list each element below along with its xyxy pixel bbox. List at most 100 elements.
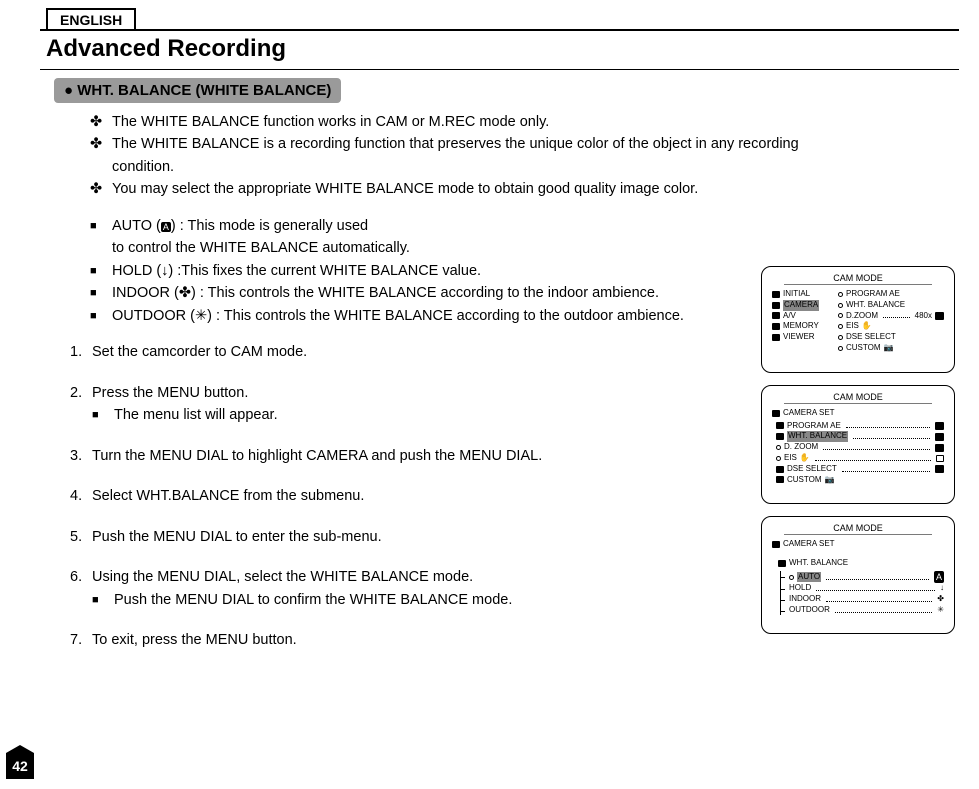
menu-label: D.ZOOM <box>846 311 878 322</box>
ring-icon <box>776 445 781 450</box>
menu-item: WHT. BALANCE <box>776 431 944 442</box>
menu-label: CUSTOM <box>787 475 822 486</box>
menu-item: A/V <box>772 311 830 322</box>
menu-item: WHT. BALANCE <box>838 300 944 311</box>
intro-list: The WHITE BALANCE function works in CAM … <box>90 111 860 201</box>
option-item: AUTOA <box>785 571 944 583</box>
menu-label: DSE SELECT <box>846 332 896 343</box>
menu-label: A/V <box>783 311 796 322</box>
panel1-right-col: PROGRAM AE WHT. BALANCE D.ZOOM480x EIS✋ … <box>838 289 944 354</box>
menu-item: PROGRAM AE <box>776 421 944 432</box>
menu-label: D. ZOOM <box>784 442 818 453</box>
menu-label: INITIAL <box>783 289 810 300</box>
value-icon <box>935 312 944 320</box>
page-number: 42 <box>6 753 34 779</box>
option-item: INDOOR ✤ <box>785 594 944 605</box>
intro-item: The WHITE BALANCE is a recording functio… <box>90 133 860 178</box>
menu-item: VIEWER <box>772 332 830 343</box>
ring-icon <box>838 335 843 340</box>
step-text: Turn the MENU DIAL to highlight CAMERA a… <box>92 448 542 464</box>
menu-icon <box>778 560 786 567</box>
value-icon <box>935 422 944 430</box>
value-icon <box>935 444 944 452</box>
value-icon <box>935 465 944 473</box>
body-content: The WHITE BALANCE function works in CAM … <box>90 111 860 651</box>
panel-title: CAM MODE <box>784 392 932 404</box>
step-text: Press the MENU button. <box>92 385 248 401</box>
menu-label: PROGRAM AE <box>787 421 841 432</box>
menu-label: WHT. BALANCE <box>789 558 848 569</box>
ring-icon <box>776 456 781 461</box>
intro-item: The WHITE BALANCE function works in CAM … <box>90 111 860 133</box>
option-label: INDOOR <box>789 594 821 605</box>
menu-label: CAMERA SET <box>783 408 835 419</box>
menu-item: CUSTOM📷 <box>776 475 944 486</box>
menu-item: DSE SELECT <box>776 464 944 475</box>
mode-label: INDOOR ( <box>112 285 179 301</box>
ring-icon <box>838 313 843 318</box>
option-label: HOLD <box>789 583 811 594</box>
auto-icon: A <box>161 222 171 232</box>
panel-title: CAM MODE <box>784 523 932 535</box>
menu-item: INITIAL <box>772 289 830 300</box>
menu-label: EIS <box>784 453 797 464</box>
menu-label: EIS <box>846 321 859 332</box>
step-text: Using the MENU DIAL, select the WHITE BA… <box>92 569 473 585</box>
menu-icon <box>772 410 780 417</box>
mode-indoor: INDOOR (✤) : This controls the WHITE BAL… <box>90 282 860 304</box>
step-sublist: The menu list will appear. <box>92 404 860 426</box>
lcd-panels: CAM MODE INITIAL CAMERA A/V MEMORY VIEWE… <box>761 266 955 634</box>
option-label: OUTDOOR <box>789 605 830 616</box>
menu-icon <box>776 466 784 473</box>
menu-icon <box>776 422 784 429</box>
ring-icon <box>838 303 843 308</box>
outdoor-icon: ✳ <box>195 308 207 324</box>
step-item: Press the MENU button. The menu list wil… <box>70 382 860 427</box>
menu-label-selected: CAMERA <box>783 300 819 311</box>
panel-heading: CAMERA SET <box>772 539 944 550</box>
mode-text: ) : This controls the WHITE BALANCE acco… <box>207 308 684 324</box>
mode-text: ) :This fixes the current WHITE BALANCE … <box>168 263 481 279</box>
menu-label: PROGRAM AE <box>846 289 900 300</box>
step-item: Using the MENU DIAL, select the WHITE BA… <box>70 566 860 611</box>
step-subitem: The menu list will appear. <box>92 404 860 426</box>
step-item: Push the MENU DIAL to enter the sub-menu… <box>70 526 860 548</box>
panel-subheading: WHT. BALANCE <box>778 558 944 569</box>
step-text: To exit, press the MENU button. <box>92 632 297 648</box>
option-item: OUTDOOR ✳ <box>785 605 944 616</box>
steps-list: Set the camcorder to CAM mode. Press the… <box>70 341 860 651</box>
indoor-icon: ✤ <box>179 285 191 301</box>
option-label-selected: AUTO <box>797 572 821 583</box>
dzoom-value: 480x <box>915 311 932 322</box>
mode-text: ) : This mode is generally used <box>171 218 368 234</box>
step-item: Set the camcorder to CAM mode. <box>70 341 860 363</box>
camera-icon: 📷 <box>825 475 835 486</box>
step-sublist: Push the MENU DIAL to confirm the WHITE … <box>92 589 860 611</box>
panel-title: CAM MODE <box>784 273 932 285</box>
step-subitem: Push the MENU DIAL to confirm the WHITE … <box>92 589 860 611</box>
menu-item: DSE SELECT <box>838 332 944 343</box>
value-icon <box>935 433 944 441</box>
menu-label: CAMERA SET <box>783 539 835 550</box>
mode-label: HOLD ( <box>112 263 161 279</box>
panel-heading: CAMERA SET <box>772 408 944 419</box>
menu-item: EIS✋ <box>838 321 944 332</box>
mode-label: AUTO ( <box>112 218 161 234</box>
indoor-icon: ✤ <box>937 594 944 605</box>
menu-icon <box>772 323 780 330</box>
menu-item: EIS✋ <box>776 453 944 464</box>
mode-text: to control the WHITE BALANCE automatical… <box>112 240 410 256</box>
step-text: Set the camcorder to CAM mode. <box>92 344 307 360</box>
page-title: Advanced Recording <box>40 29 959 70</box>
outdoor-icon: ✳ <box>937 605 944 616</box>
menu-item: MEMORY <box>772 321 830 332</box>
section-heading: WHT. BALANCE (WHITE BALANCE) <box>54 78 341 103</box>
step-text: Select WHT.BALANCE from the submenu. <box>92 488 364 504</box>
mode-auto: AUTO (A) : This mode is generally used t… <box>90 215 860 260</box>
ring-icon <box>838 346 843 351</box>
panel2-tree: PROGRAM AE WHT. BALANCE D. ZOOM EIS✋ DSE… <box>776 421 944 486</box>
menu-label: MEMORY <box>783 321 819 332</box>
lcd-panel-1: CAM MODE INITIAL CAMERA A/V MEMORY VIEWE… <box>761 266 955 373</box>
panel1-left-col: INITIAL CAMERA A/V MEMORY VIEWER <box>772 289 830 354</box>
menu-label-selected: WHT. BALANCE <box>787 431 848 442</box>
